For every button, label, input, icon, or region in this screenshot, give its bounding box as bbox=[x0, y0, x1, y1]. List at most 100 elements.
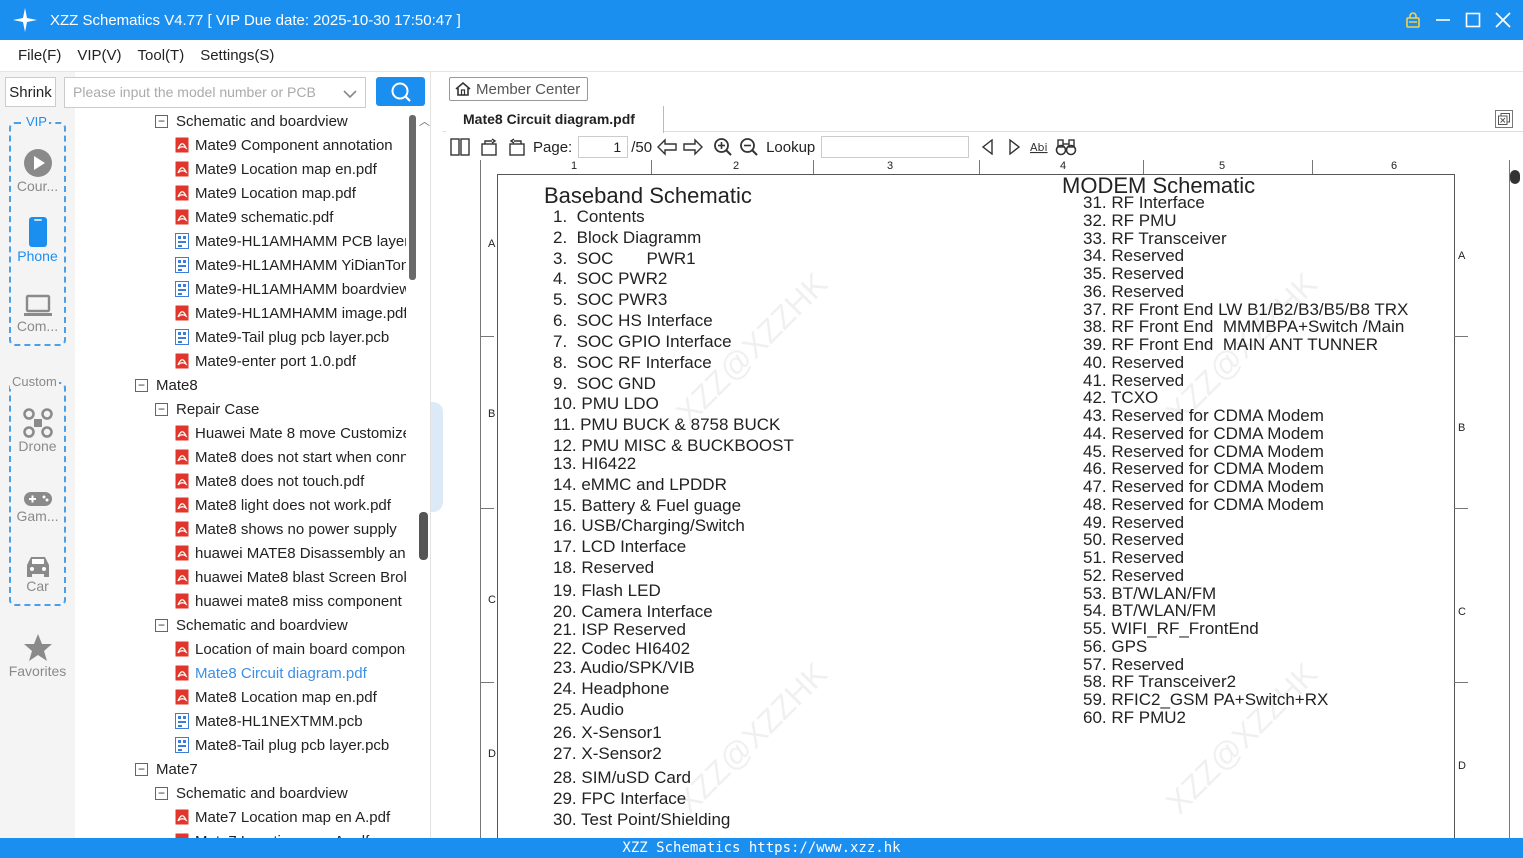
pdf-file-icon bbox=[175, 497, 189, 513]
previous-page-icon[interactable] bbox=[656, 136, 678, 158]
collapse-toggle-icon[interactable]: − bbox=[155, 786, 168, 800]
collapse-toggle-icon[interactable]: − bbox=[155, 402, 168, 416]
pdf-file-icon bbox=[175, 185, 189, 201]
zoom-in-icon[interactable] bbox=[712, 136, 734, 158]
schematic-index-entry: 28. SIM/uSD Card bbox=[553, 768, 691, 787]
tree-file[interactable]: Mate9-Tail plug pcb layer.pcb bbox=[75, 325, 406, 349]
sidebar-item-courses[interactable]: Cour... bbox=[0, 142, 75, 194]
lock-icon[interactable] bbox=[1403, 10, 1423, 30]
match-case-icon[interactable]: Abi bbox=[1029, 136, 1051, 158]
chevron-down-icon[interactable] bbox=[343, 86, 357, 102]
tree-file[interactable]: Mate9-enter port 1.0.pdf bbox=[75, 349, 406, 373]
tree-file[interactable]: huawei Mate8 blast Screen Broken bbox=[75, 565, 406, 589]
tree-file[interactable]: Mate8-HL1NEXTMM.pcb bbox=[75, 709, 406, 733]
find-previous-icon[interactable] bbox=[977, 136, 999, 158]
tree-folder[interactable]: − Schematic and boardview bbox=[75, 613, 406, 637]
tree-scrollbar[interactable]: ︿ bbox=[406, 109, 430, 838]
tree-file[interactable]: Huawei Mate 8 move Customize bbox=[75, 421, 406, 445]
pdf-file-icon bbox=[175, 665, 189, 681]
tree-item-label: Mate8 Circuit diagram.pdf bbox=[195, 664, 367, 682]
collapse-toggle-icon[interactable]: − bbox=[135, 378, 148, 392]
tree-file[interactable]: Mate9-HL1AMHAMM boardview bbox=[75, 277, 406, 301]
tree-folder[interactable]: − Mate8 bbox=[75, 373, 406, 397]
collapse-panel-handle[interactable] bbox=[431, 402, 443, 512]
rotate-right-icon[interactable] bbox=[505, 136, 527, 158]
two-page-view-icon[interactable] bbox=[449, 136, 471, 158]
tree-file[interactable]: Mate9 schematic.pdf bbox=[75, 205, 406, 229]
member-center-button[interactable]: Member Center bbox=[449, 77, 588, 101]
search-button[interactable] bbox=[376, 77, 425, 106]
tree-file[interactable]: Mate8 shows no power supply bbox=[75, 517, 406, 541]
tree-file[interactable]: Mate8 does not start when connected bbox=[75, 445, 406, 469]
tree-folder[interactable]: − Mate7 bbox=[75, 757, 406, 781]
sidebar-item-phone[interactable]: Phone bbox=[0, 212, 75, 264]
chevron-up-icon[interactable]: ︿ bbox=[419, 113, 430, 129]
sidebar-item-favorites[interactable]: Favorites bbox=[0, 627, 75, 679]
menu-settings[interactable]: Settings(S) bbox=[192, 47, 282, 64]
rotate-left-icon[interactable] bbox=[479, 136, 501, 158]
menu-tool[interactable]: Tool(T) bbox=[130, 47, 193, 64]
find-next-icon[interactable] bbox=[1003, 136, 1025, 158]
maximize-button[interactable] bbox=[1463, 10, 1483, 30]
tree-file[interactable]: huawei mate8 miss component bbox=[75, 589, 406, 613]
tree-item-label: Mate8 does not touch.pdf bbox=[195, 472, 365, 490]
pdf-file-icon bbox=[175, 473, 189, 489]
panel-splitter[interactable] bbox=[419, 72, 443, 838]
tree-item-label: Repair Case bbox=[176, 400, 260, 418]
collapse-toggle-icon[interactable]: − bbox=[155, 618, 168, 632]
sidebar-item-label: Favorites bbox=[8, 663, 67, 679]
tree-item-label: Mate8 shows no power supply bbox=[195, 520, 397, 538]
page-number-input[interactable]: 1 bbox=[578, 136, 629, 158]
sidebar-item-car[interactable]: Car bbox=[0, 542, 75, 594]
collapse-toggle-icon[interactable]: − bbox=[135, 762, 148, 776]
tree-file[interactable]: Mate7 Location map A.pdf bbox=[75, 829, 406, 838]
minimize-button[interactable] bbox=[1433, 10, 1453, 30]
scroll-thumb[interactable] bbox=[419, 512, 428, 560]
pdf-file-icon bbox=[175, 425, 189, 441]
title-bar: XZZ Schematics V4.77 [ VIP Due date: 202… bbox=[0, 0, 1523, 40]
schematic-index-entry: 13. HI6422 bbox=[553, 454, 637, 473]
menu-vip[interactable]: VIP(V) bbox=[69, 47, 129, 64]
schematic-index-entry: 15. Battery & Fuel guage bbox=[553, 496, 742, 515]
tree-file[interactable]: Mate9-HL1AMHAMM image.pdf bbox=[75, 301, 406, 325]
tree-item-label: Mate8 bbox=[156, 376, 198, 394]
viewer-scrollbar-thumb[interactable] bbox=[1510, 170, 1520, 184]
sidebar-item-drone[interactable]: Drone bbox=[0, 402, 75, 454]
sidebar-item-computer[interactable]: Com... bbox=[0, 282, 75, 334]
tree-file[interactable]: Mate8-Tail plug pcb layer.pcb bbox=[75, 733, 406, 757]
laptop-icon bbox=[0, 282, 75, 318]
tree-folder[interactable]: − Repair Case bbox=[75, 397, 406, 421]
menu-file[interactable]: File(F) bbox=[10, 47, 69, 64]
tree-file[interactable]: Mate9-HL1AMHAMM PCB layer bbox=[75, 229, 406, 253]
tree-file[interactable]: Mate8 Circuit diagram.pdf bbox=[75, 661, 406, 685]
tree-file[interactable]: Mate8 does not touch.pdf bbox=[75, 469, 406, 493]
tree-item-label: Mate8-Tail plug pcb layer.pcb bbox=[195, 736, 390, 754]
shrink-button[interactable]: Shrink bbox=[5, 77, 56, 107]
document-viewer[interactable]: 1 2 3 4 5 6 A B C D A B C D XZZ@XZZHK XZZ@XZZHK XZZ@XZZH… bbox=[443, 160, 1513, 838]
collapse-toggle-icon[interactable]: − bbox=[155, 114, 168, 128]
tree-file[interactable]: Mate9 Location map.pdf bbox=[75, 181, 406, 205]
sidebar-item-game[interactable]: Gam... bbox=[0, 472, 75, 524]
tree-file[interactable]: Mate8 Location map en.pdf bbox=[75, 685, 406, 709]
pdf-file-icon bbox=[175, 809, 189, 825]
close-button[interactable] bbox=[1493, 10, 1513, 30]
next-page-icon[interactable] bbox=[682, 136, 704, 158]
tree-file[interactable]: Mate7 Location map en A.pdf bbox=[75, 805, 406, 829]
viewer-scrollbar[interactable] bbox=[1510, 160, 1523, 838]
search-input[interactable]: Please input the model number or PCB bbox=[64, 77, 366, 108]
tree-file[interactable]: Location of main board components bbox=[75, 637, 406, 661]
zoom-out-icon[interactable] bbox=[738, 136, 760, 158]
tree-folder[interactable]: − Schematic and boardview bbox=[75, 781, 406, 805]
tree-file[interactable]: Mate9-HL1AMHAMM YiDianTong bbox=[75, 253, 406, 277]
tree-file[interactable]: huawei MATE8 Disassembly and bbox=[75, 541, 406, 565]
binoculars-icon[interactable] bbox=[1055, 136, 1077, 158]
tree-file[interactable]: Mate8 light does not work.pdf bbox=[75, 493, 406, 517]
viewer-toolbar: Page: 1 /50 Lookup Abi bbox=[443, 134, 1523, 160]
tree-folder[interactable]: − Schematic and boardview bbox=[75, 109, 406, 133]
tree-file[interactable]: Mate9 Location map en.pdf bbox=[75, 157, 406, 181]
tree-file[interactable]: Mate9 Component annotation bbox=[75, 133, 406, 157]
close-tabs-icon[interactable] bbox=[1495, 110, 1513, 128]
tab-document[interactable]: Mate8 Circuit diagram.pdf bbox=[446, 106, 664, 133]
lookup-input[interactable] bbox=[821, 136, 970, 158]
tree-scrollbar-thumb[interactable] bbox=[409, 115, 416, 280]
